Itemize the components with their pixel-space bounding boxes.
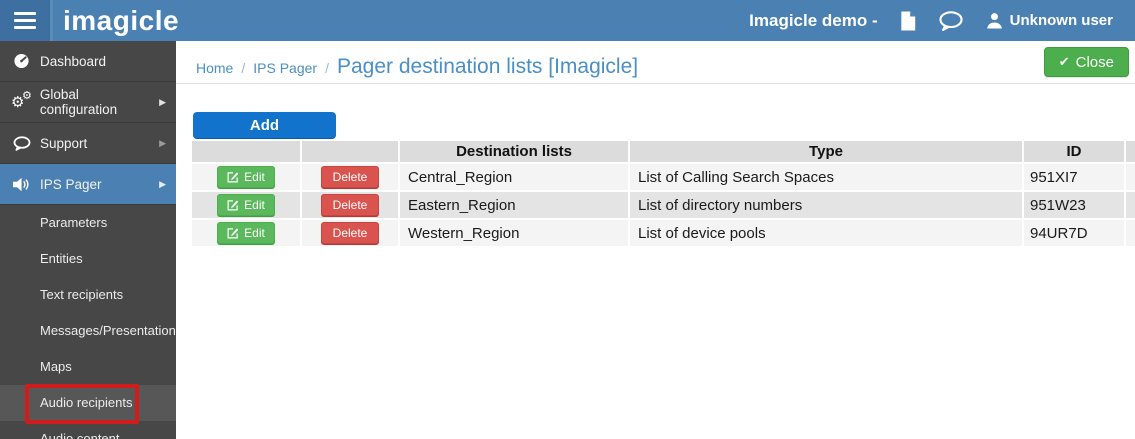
edit-pencil-icon (227, 199, 239, 211)
support-chat-icon (13, 136, 40, 151)
destination-list-type: List of Calling Search Spaces (630, 164, 1022, 190)
breadcrumb-separator: / (241, 60, 245, 76)
dashboard-icon (13, 53, 40, 69)
spacer-cell (1126, 220, 1135, 246)
imagicle-logo: imagicle (63, 0, 179, 41)
sidebar-item-support[interactable]: Support ▶ (0, 123, 176, 164)
close-button-label: Close (1076, 54, 1114, 71)
table-row: Edit Delete Western_Region List of devic… (192, 220, 1135, 246)
delete-button[interactable]: Delete (321, 166, 380, 188)
page-title: Pager destination lists [Imagicle] (337, 55, 638, 79)
destination-list-name: Western_Region (400, 220, 628, 246)
sidebar-subitem-parameters[interactable]: Parameters (0, 205, 176, 241)
check-icon: ✔ (1059, 54, 1070, 70)
destination-list-name: Eastern_Region (400, 192, 628, 218)
user-icon (986, 12, 1003, 29)
sidebar-subitem-audio-content[interactable]: Audio content (0, 421, 176, 439)
sidebar-subitem-audio-recipients[interactable]: Audio recipients (0, 385, 176, 421)
user-name-label: Unknown user (1010, 12, 1113, 29)
sidebar-subitem-text-recipients[interactable]: Text recipients (0, 277, 176, 313)
delete-button[interactable]: Delete (321, 222, 380, 244)
column-header-edit (192, 141, 300, 162)
sidebar-item-label: IPS Pager (40, 177, 102, 192)
destination-list-type: List of directory numbers (630, 192, 1022, 218)
breadcrumb: Home / IPS Pager / Pager destination lis… (176, 41, 1135, 84)
sidebar-item-dashboard[interactable]: Dashboard (0, 41, 176, 82)
speaker-icon (13, 177, 40, 192)
sidebar-subitem-messages-presentations[interactable]: Messages/Presentations (0, 313, 176, 349)
user-menu[interactable]: Unknown user (986, 12, 1113, 29)
sidebar-subitem-entities[interactable]: Entities (0, 241, 176, 277)
top-header: imagicle Imagicle demo - Unknown user (0, 0, 1135, 41)
breadcrumb-home-link[interactable]: Home (196, 60, 233, 76)
table-row: Edit Delete Central_Region List of Calli… (192, 164, 1135, 190)
edit-pencil-icon (227, 171, 239, 183)
main-content: Home / IPS Pager / Pager destination lis… (176, 41, 1135, 439)
destination-list-id: 951W23 (1024, 192, 1124, 218)
close-button[interactable]: ✔ Close (1044, 47, 1129, 77)
breadcrumb-separator: / (325, 60, 329, 76)
table-row: Edit Delete Eastern_Region List of direc… (192, 192, 1135, 218)
sidebar-item-global-configuration[interactable]: ⚙⚙ Global configuration ▶ (0, 82, 176, 123)
destination-lists-table: Destination lists Type ID Edit Delete Ce… (190, 139, 1135, 248)
spacer-cell (1126, 192, 1135, 218)
edit-button[interactable]: Edit (217, 194, 275, 216)
chat-bubble-icon[interactable] (938, 11, 964, 31)
column-header-delete (302, 141, 398, 162)
table-header-row: Destination lists Type ID (192, 141, 1135, 162)
sidebar: Dashboard ⚙⚙ Global configuration ▶ Supp… (0, 41, 176, 439)
destination-list-id: 94UR7D (1024, 220, 1124, 246)
hamburger-icon (14, 12, 36, 15)
sidebar-item-ips-pager[interactable]: IPS Pager ▶ (0, 164, 176, 205)
edit-pencil-icon (227, 227, 239, 239)
breadcrumb-ips-pager-link[interactable]: IPS Pager (253, 60, 317, 76)
chevron-right-icon: ▶ (159, 97, 166, 108)
edit-button[interactable]: Edit (217, 222, 275, 244)
add-button[interactable]: Add (193, 112, 336, 138)
chevron-right-icon: ▶ (159, 179, 166, 190)
spacer-cell (1126, 164, 1135, 190)
chevron-right-icon: ▶ (159, 138, 166, 149)
destination-list-name: Central_Region (400, 164, 628, 190)
hamburger-menu-button[interactable] (0, 0, 53, 41)
sidebar-item-label: Global configuration (40, 87, 159, 117)
column-header-spacer (1126, 141, 1135, 162)
column-header-destination-lists: Destination lists (400, 141, 628, 162)
column-header-type: Type (630, 141, 1022, 162)
destination-list-id: 951XI7 (1024, 164, 1124, 190)
column-header-id: ID (1024, 141, 1124, 162)
document-icon[interactable] (900, 11, 916, 31)
tenant-label: Imagicle demo - (749, 11, 877, 31)
delete-button[interactable]: Delete (321, 194, 380, 216)
edit-button[interactable]: Edit (217, 166, 275, 188)
sidebar-item-label: Dashboard (40, 54, 106, 69)
destination-list-type: List of device pools (630, 220, 1022, 246)
sidebar-item-label: Support (40, 136, 87, 151)
gears-icon: ⚙⚙ (13, 93, 40, 111)
sidebar-subitem-maps[interactable]: Maps (0, 349, 176, 385)
